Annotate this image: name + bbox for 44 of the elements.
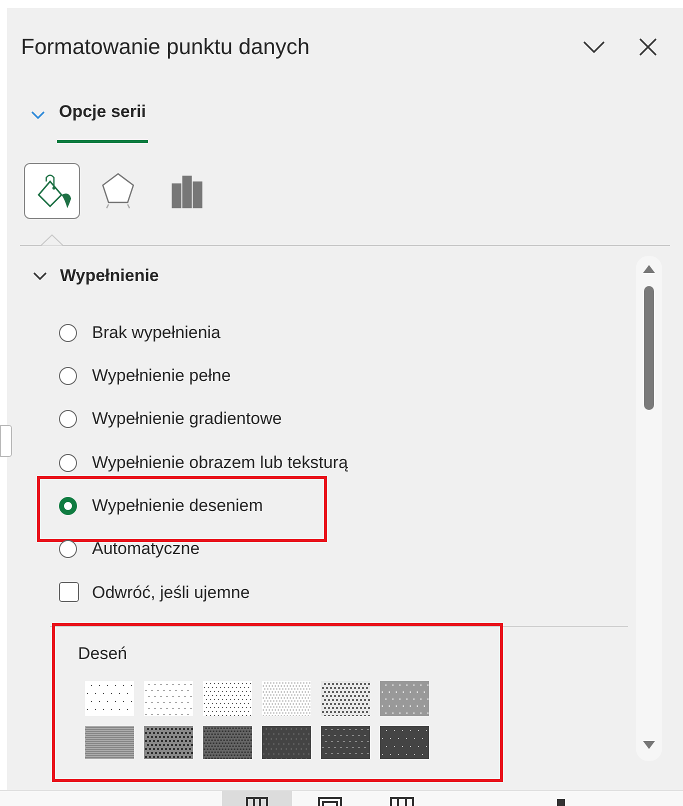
scroll-up-icon[interactable] — [642, 264, 656, 274]
radio-button[interactable] — [59, 324, 77, 342]
pattern-swatch[interactable] — [203, 726, 252, 760]
panel-title: Formatowanie punktu danych — [21, 34, 311, 60]
view-button[interactable] — [222, 791, 292, 806]
pattern-swatch[interactable] — [380, 681, 429, 716]
pattern-swatch[interactable] — [85, 681, 134, 716]
page-layout-icon[interactable] — [318, 797, 342, 806]
option-label[interactable]: Wypełnienie pełne — [92, 363, 231, 389]
radio-button[interactable] — [59, 366, 77, 385]
chevron-down-icon[interactable] — [33, 272, 47, 280]
zoom-slider-thumb[interactable] — [557, 799, 565, 806]
pattern-swatch[interactable] — [144, 681, 193, 716]
pattern-swatch[interactable] — [321, 726, 370, 760]
close-icon[interactable] — [639, 38, 657, 56]
option-label[interactable]: Brak wypełnienia — [92, 320, 221, 346]
section-title[interactable]: Wypełnienie — [60, 263, 159, 289]
radio-button[interactable] — [59, 496, 77, 515]
grid-view-icon — [246, 797, 268, 806]
option-label[interactable]: Odwróć, jeśli ujemne — [92, 580, 250, 606]
checkbox[interactable] — [59, 582, 79, 602]
scroll-thumb[interactable] — [644, 286, 654, 410]
radio-button[interactable] — [59, 410, 77, 428]
pattern-swatch[interactable] — [262, 681, 311, 716]
pattern-swatch[interactable] — [203, 681, 252, 716]
pattern-swatch[interactable] — [262, 726, 311, 760]
scroll-down-icon[interactable] — [642, 740, 656, 750]
radio-button[interactable] — [59, 540, 77, 558]
pattern-swatch[interactable] — [144, 726, 193, 760]
pattern-swatch[interactable] — [321, 681, 370, 716]
page-break-icon[interactable] — [390, 797, 414, 806]
pattern-swatch[interactable] — [85, 726, 134, 760]
category-button[interactable] — [24, 163, 80, 219]
collapse-chevron-icon[interactable] — [583, 41, 605, 53]
tab[interactable]: Opcje serii — [57, 101, 148, 143]
scrollbar[interactable] — [636, 256, 662, 761]
option-label[interactable]: Automatyczne — [92, 536, 200, 562]
option-label[interactable]: Wypełnienie deseniem — [92, 493, 263, 519]
chevron-icon — [31, 111, 45, 119]
option-label[interactable]: Wypełnienie obrazem lub teksturą — [92, 450, 348, 476]
option-label[interactable]: Wypełnienie gradientowe — [92, 406, 282, 432]
pattern-swatch[interactable] — [380, 726, 429, 760]
radio-button[interactable] — [59, 454, 77, 472]
pattern-label: Deseń — [78, 643, 128, 666]
